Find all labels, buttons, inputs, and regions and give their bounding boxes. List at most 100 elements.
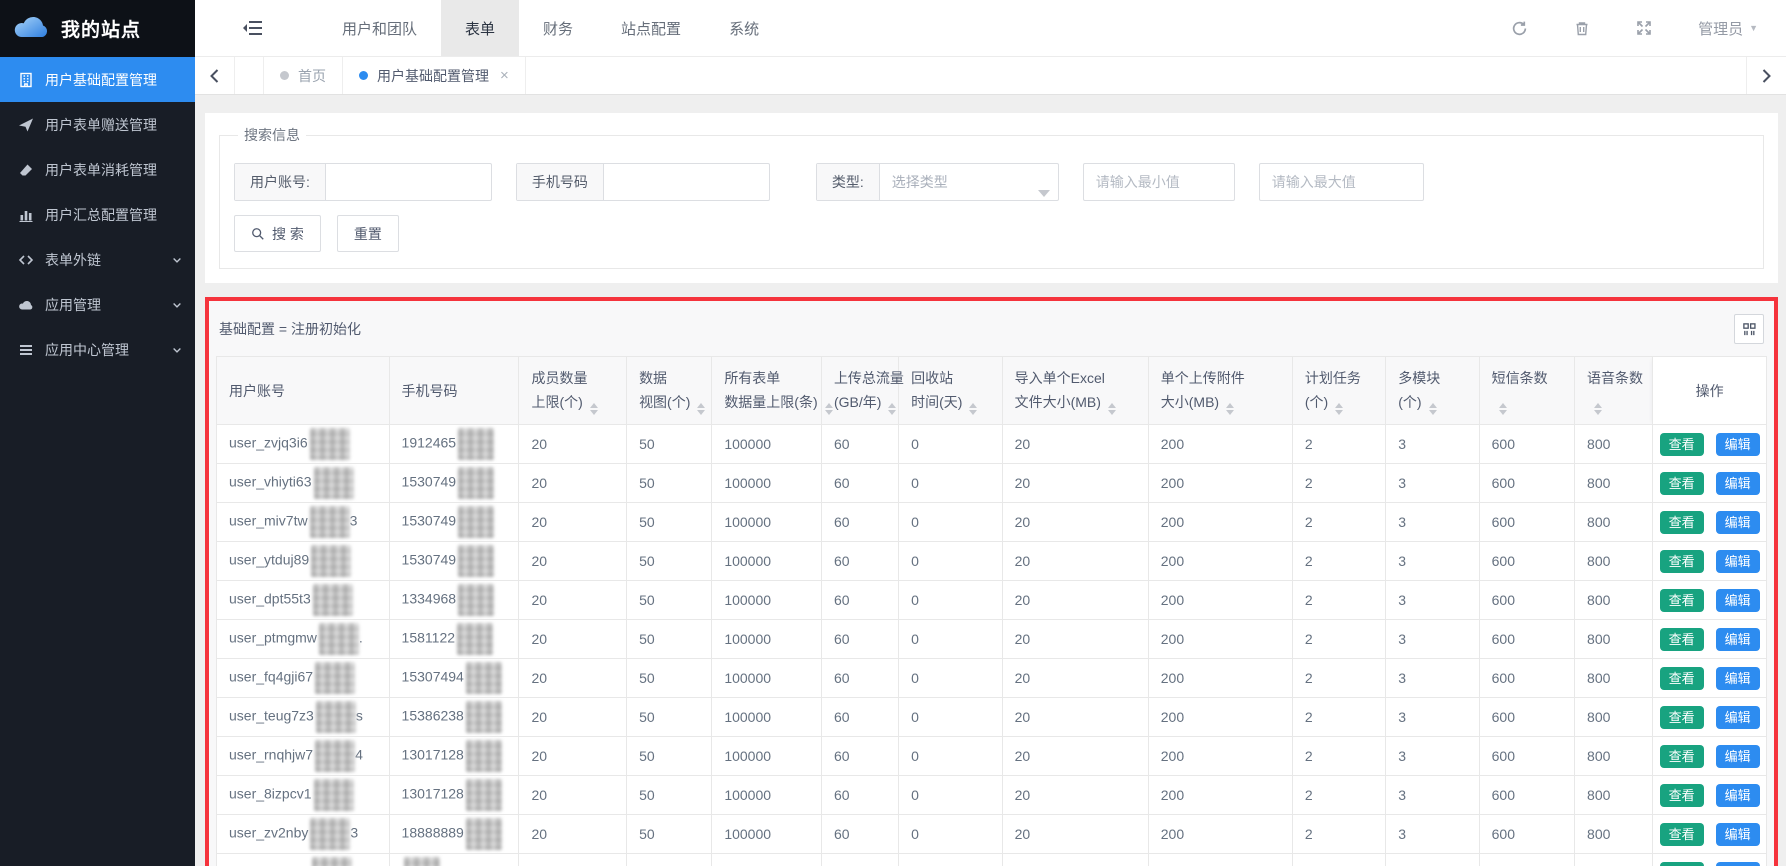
column-header-9[interactable]: 计划任务(个) <box>1292 357 1385 425</box>
sort-carets-icon[interactable] <box>1499 403 1507 415</box>
cell-account: user_fq4gji67 <box>217 659 390 698</box>
view-button[interactable]: 查看 <box>1660 862 1704 866</box>
reset-button[interactable]: 重置 <box>337 215 399 252</box>
column-header-3[interactable]: 数据视图(个) <box>627 357 712 425</box>
cell-value: 60 <box>821 854 898 866</box>
column-subtitle: (个) <box>1305 394 1328 410</box>
sidebar-item-5[interactable]: 应用管理 <box>0 282 195 327</box>
edit-button[interactable]: 编辑 <box>1716 745 1760 768</box>
search-button[interactable]: 搜 索 <box>234 215 321 252</box>
edit-button[interactable]: 编辑 <box>1716 784 1760 807</box>
column-header-7[interactable]: 导入单个Excel文件大小(MB) <box>1002 357 1148 425</box>
tabbar-next-icon[interactable] <box>1746 57 1786 94</box>
column-settings-button[interactable] <box>1734 314 1764 344</box>
edit-button[interactable]: 编辑 <box>1716 589 1760 612</box>
sort-carets-icon[interactable] <box>1226 403 1234 415</box>
cell-value: 200 <box>1148 542 1292 581</box>
trash-icon[interactable] <box>1574 20 1590 37</box>
account-text: user_miv7tw <box>229 513 308 529</box>
cell-phone: 1530749 <box>389 542 519 581</box>
view-button[interactable]: 查看 <box>1660 472 1704 495</box>
cell-phone: 13017128 <box>389 776 519 815</box>
view-button[interactable]: 查看 <box>1660 511 1704 534</box>
sidebar-item-1[interactable]: 用户表单赠送管理 <box>0 102 195 147</box>
cell-phone: 1530749 <box>389 464 519 503</box>
sidebar-item-0[interactable]: 用户基础配置管理 <box>0 57 195 102</box>
cell-value: 0 <box>899 659 1003 698</box>
view-button[interactable]: 查看 <box>1660 433 1704 456</box>
cell-value: 3 <box>1386 464 1479 503</box>
column-title: 操作 <box>1665 379 1754 403</box>
menu-fold-icon[interactable] <box>243 20 262 36</box>
sort-carets-icon[interactable] <box>1335 403 1343 415</box>
sidebar-item-2[interactable]: 用户表单消耗管理 <box>0 147 195 192</box>
edit-button[interactable]: 编辑 <box>1716 511 1760 534</box>
view-button[interactable]: 查看 <box>1660 706 1704 729</box>
main-area: 用户和团队表单财务站点配置系统 <box>195 0 1786 866</box>
cell-value: 3 <box>1386 581 1479 620</box>
page-tab-1[interactable]: 用户基础配置管理× <box>343 57 526 94</box>
user-menu[interactable]: 管理员 ▼ <box>1698 18 1758 39</box>
column-header-2[interactable]: 成员数量上限(个) <box>519 357 627 425</box>
close-icon[interactable]: × <box>500 67 509 84</box>
top-nav-tab-4[interactable]: 系统 <box>705 0 783 56</box>
tabbar-prev-icon[interactable] <box>195 57 235 94</box>
top-nav-tab-0[interactable]: 用户和团队 <box>318 0 441 56</box>
top-nav-tab-3[interactable]: 站点配置 <box>597 0 705 56</box>
edit-button[interactable]: 编辑 <box>1716 706 1760 729</box>
sort-carets-icon[interactable] <box>1594 403 1602 415</box>
edit-button[interactable]: 编辑 <box>1716 472 1760 495</box>
redacted-blur <box>319 623 359 655</box>
min-value-input[interactable] <box>1083 163 1235 201</box>
edit-button[interactable]: 编辑 <box>1716 667 1760 690</box>
view-button[interactable]: 查看 <box>1660 667 1704 690</box>
view-button[interactable]: 查看 <box>1660 784 1704 807</box>
sort-carets-icon[interactable] <box>697 403 705 415</box>
column-header-11[interactable]: 短信条数 <box>1479 357 1574 425</box>
edit-button[interactable]: 编辑 <box>1716 823 1760 846</box>
view-button[interactable]: 查看 <box>1660 745 1704 768</box>
max-value-input[interactable] <box>1259 163 1424 201</box>
sort-carets-icon[interactable] <box>888 403 896 415</box>
column-header-4[interactable]: 所有表单数据量上限(条) <box>712 357 822 425</box>
page-tab-0[interactable]: 首页 <box>263 57 343 94</box>
column-header-6[interactable]: 回收站时间(天) <box>899 357 1003 425</box>
sort-carets-icon[interactable] <box>590 403 598 415</box>
column-header-5[interactable]: 上传总流量(GB/年) <box>821 357 898 425</box>
edit-button[interactable]: 编辑 <box>1716 862 1760 866</box>
column-header-10[interactable]: 多模块(个) <box>1386 357 1479 425</box>
cell-value: 2 <box>1292 815 1385 854</box>
sort-carets-icon[interactable] <box>969 403 977 415</box>
redacted-blur <box>314 779 354 811</box>
sidebar-item-4[interactable]: 表单外链 <box>0 237 195 282</box>
link-icon <box>17 251 34 268</box>
sort-carets-icon[interactable] <box>825 403 833 415</box>
sidebar-item-6[interactable]: 应用中心管理 <box>0 327 195 372</box>
sort-carets-icon[interactable] <box>1108 403 1116 415</box>
view-button[interactable]: 查看 <box>1660 550 1704 573</box>
account-input[interactable] <box>326 164 491 200</box>
cell-value: 20 <box>519 776 627 815</box>
site-logo[interactable]: 我的站点 <box>0 0 195 57</box>
column-header-12[interactable]: 语音条数 <box>1575 357 1653 425</box>
fullscreen-icon[interactable] <box>1636 20 1652 36</box>
edit-button[interactable]: 编辑 <box>1716 433 1760 456</box>
cell-value: 800 <box>1575 776 1653 815</box>
view-button[interactable]: 查看 <box>1660 823 1704 846</box>
cell-value: 2 <box>1292 425 1385 464</box>
top-nav-tab-1[interactable]: 表单 <box>441 0 519 56</box>
cell-account: user_rnqhjw74 <box>217 737 390 776</box>
type-select[interactable]: 选择类型 <box>880 164 1058 200</box>
phone-input[interactable] <box>604 164 769 200</box>
column-header-8[interactable]: 单个上传附件大小(MB) <box>1148 357 1292 425</box>
view-button[interactable]: 查看 <box>1660 628 1704 651</box>
refresh-icon[interactable] <box>1511 20 1528 37</box>
edit-button[interactable]: 编辑 <box>1716 550 1760 573</box>
edit-button[interactable]: 编辑 <box>1716 628 1760 651</box>
sidebar-item-3[interactable]: 用户汇总配置管理 <box>0 192 195 237</box>
top-nav-tab-2[interactable]: 财务 <box>519 0 597 56</box>
view-button[interactable]: 查看 <box>1660 589 1704 612</box>
sort-carets-icon[interactable] <box>1429 403 1437 415</box>
cell-value: 20 <box>1002 542 1148 581</box>
cell-value: 20 <box>519 854 627 866</box>
